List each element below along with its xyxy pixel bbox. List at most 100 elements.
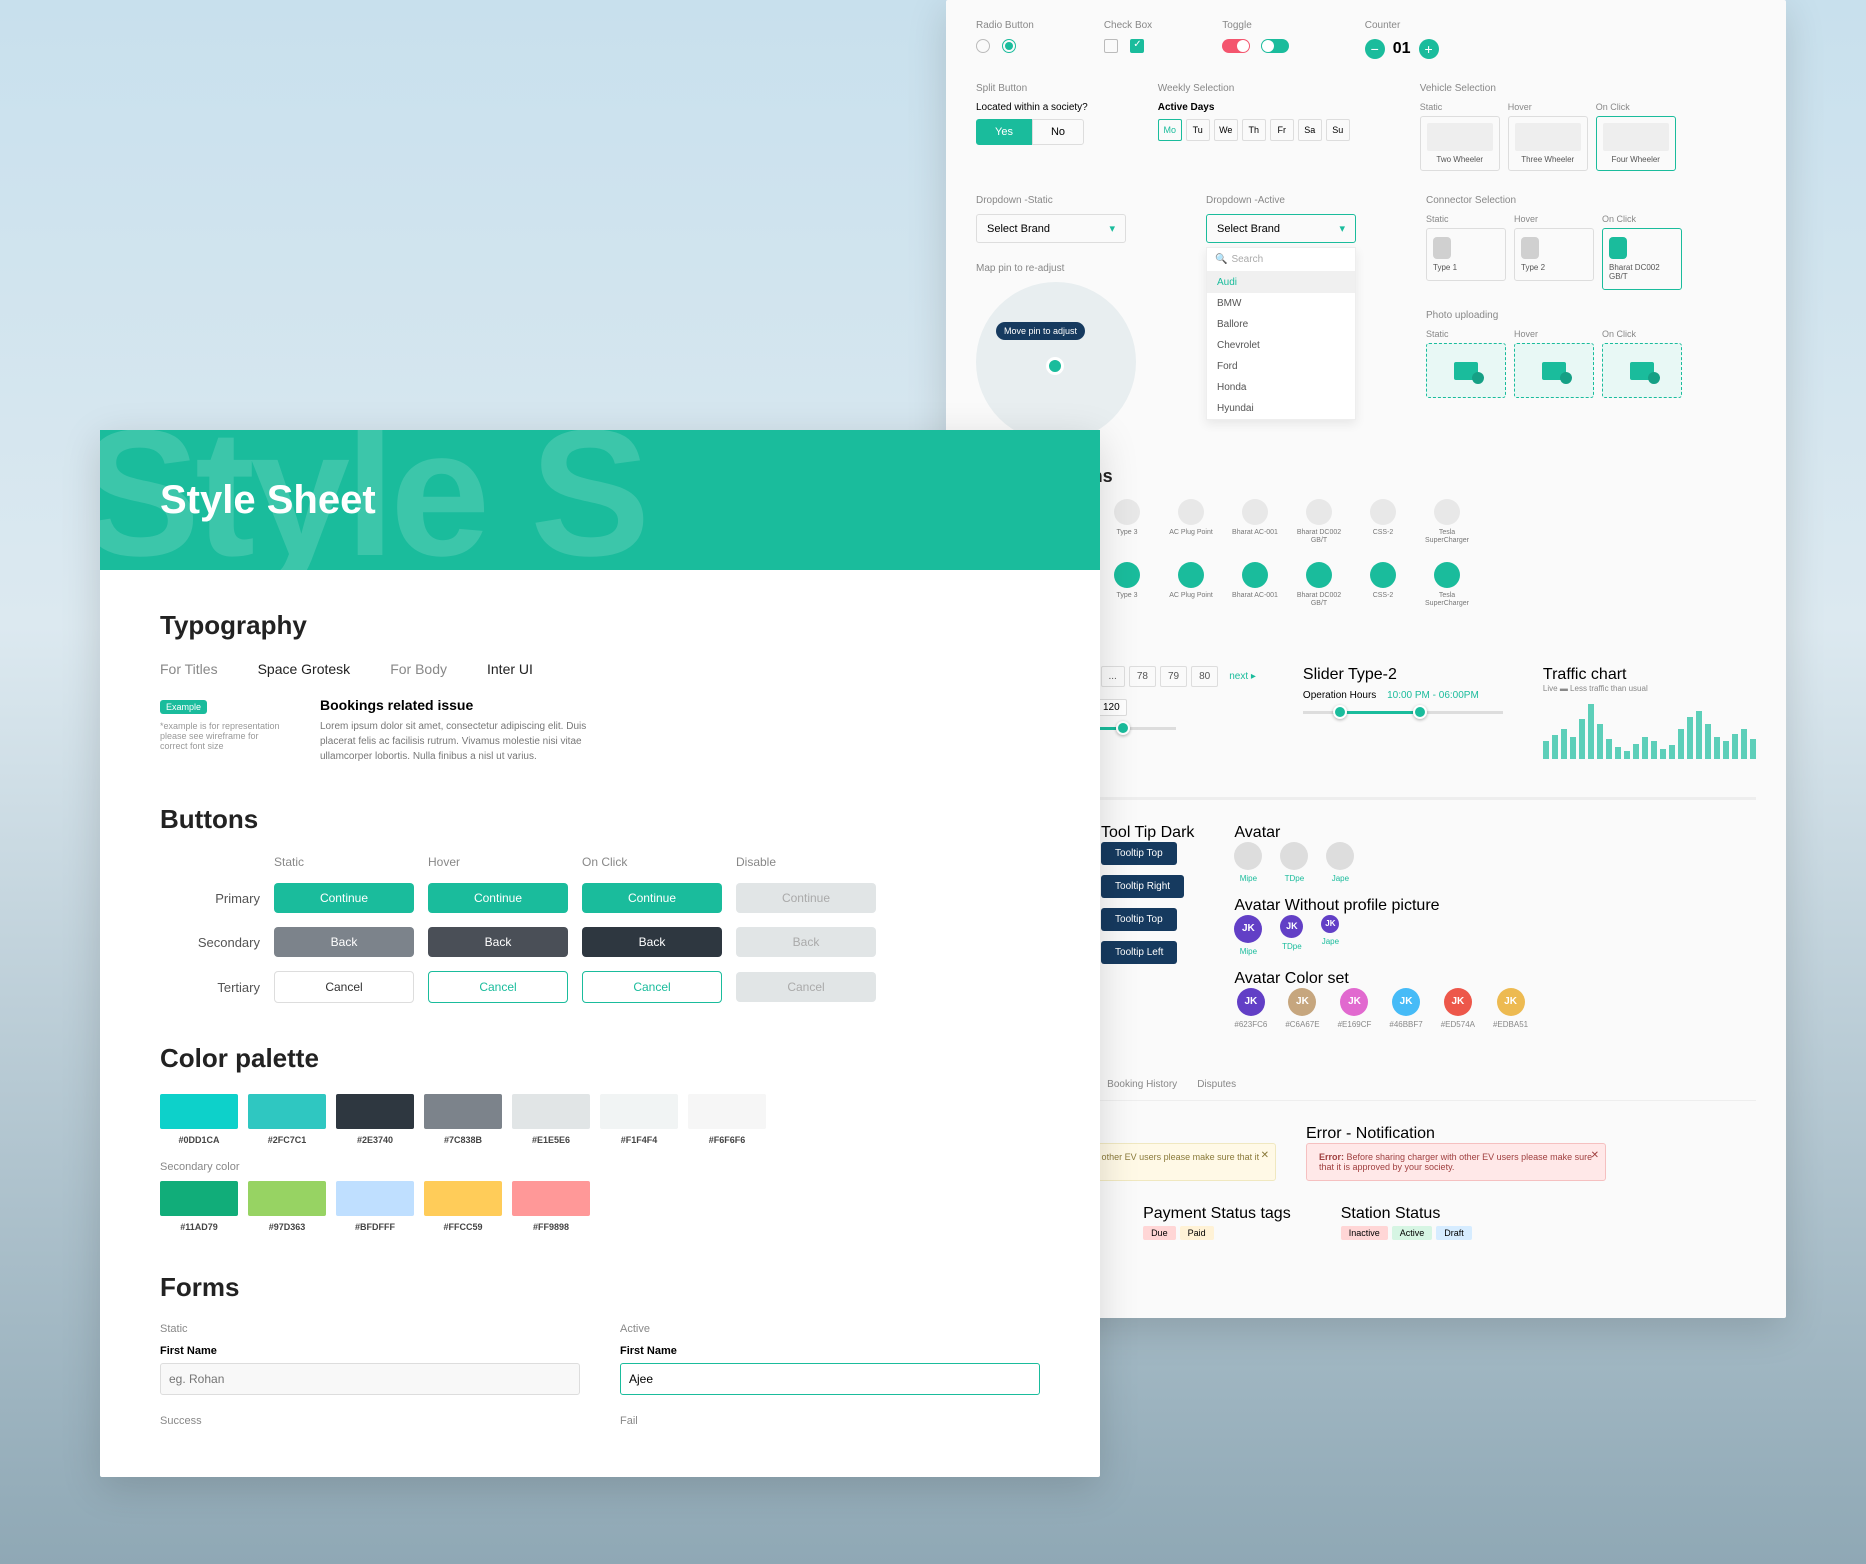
page-button[interactable]: 79	[1160, 666, 1187, 687]
palette-heading: Color palette	[160, 1043, 1040, 1074]
dropdown-item[interactable]: Chevrolet	[1207, 335, 1355, 356]
secondary-click-button[interactable]: Back	[582, 927, 722, 957]
dropdown-item[interactable]: Ballore	[1207, 314, 1355, 335]
tab[interactable]: Booking History	[1107, 1071, 1177, 1100]
day-Mo[interactable]: Mo	[1158, 119, 1182, 141]
close-icon[interactable]: ✕	[1591, 1150, 1599, 1161]
weekly-title: Weekly Selection	[1158, 83, 1350, 94]
vehicle-card[interactable]: Four Wheeler	[1596, 116, 1676, 171]
connector-card[interactable]: Type 2	[1514, 228, 1594, 281]
chart-bar	[1543, 741, 1549, 759]
radio-unchecked[interactable]	[976, 39, 990, 53]
days-row: MoTuWeThFrSaSu	[1158, 119, 1350, 141]
avatar-initials[interactable]: JKJape	[1321, 915, 1339, 956]
tertiary-hover-button[interactable]: Cancel	[428, 971, 568, 1003]
dropdown-item[interactable]: Honda	[1207, 377, 1355, 398]
avatar-initials-row: JKMipe JKTDpe JKJape	[1234, 915, 1528, 956]
upload-card[interactable]	[1514, 343, 1594, 398]
swatch: #0DD1CA	[160, 1094, 238, 1145]
secondary-static-button[interactable]: Back	[274, 927, 414, 957]
select-static[interactable]: Select Brand ▾	[976, 214, 1126, 243]
form-active-label: Active	[620, 1323, 1040, 1335]
error-notification: Error: Before sharing charger with other…	[1306, 1143, 1606, 1181]
page-button[interactable]: 78	[1129, 666, 1156, 687]
traffic-chart	[1543, 699, 1756, 759]
connector-card[interactable]: Bharat DC002 GB/T	[1602, 228, 1682, 290]
vehicle-title: Vehicle Selection	[1420, 83, 1676, 94]
dropdown-item[interactable]: Hyundai	[1207, 398, 1355, 419]
tertiary-static-button[interactable]: Cancel	[274, 971, 414, 1003]
tab[interactable]: Disputes	[1197, 1071, 1236, 1100]
status-tag: Inactive	[1341, 1226, 1388, 1240]
plug-icon-active: CSS-2	[1360, 562, 1406, 609]
row-tertiary: Tertiary	[160, 980, 260, 995]
connector-title: Connector Selection	[1426, 195, 1682, 206]
counter-plus-button[interactable]: +	[1419, 39, 1439, 59]
avatar[interactable]: Jape	[1326, 842, 1354, 883]
chevron-down-icon: ▾	[1339, 222, 1345, 235]
upload-card[interactable]	[1602, 343, 1682, 398]
dropdown-item[interactable]: Ford	[1207, 356, 1355, 377]
connector-cards: StaticType 1HoverType 2On ClickBharat DC…	[1426, 214, 1682, 290]
avatar-initials[interactable]: JKTDpe	[1280, 915, 1303, 956]
avatar[interactable]: TDpe	[1280, 842, 1308, 883]
dropdown-search[interactable]: 🔍 Search	[1207, 248, 1355, 272]
toggle-off[interactable]	[1222, 39, 1250, 53]
dropdown-item[interactable]: Audi	[1207, 272, 1355, 293]
connector-card[interactable]: Type 1	[1426, 228, 1506, 281]
avatar-color: JK#46BBF7	[1389, 988, 1422, 1029]
body-label: For Body	[390, 661, 447, 677]
page-next[interactable]: next ▸	[1222, 667, 1263, 686]
vehicle-card[interactable]: Two Wheeler	[1420, 116, 1500, 171]
checkbox-label: Check Box	[1104, 20, 1152, 31]
checkbox-checked[interactable]	[1130, 39, 1144, 53]
page-button[interactable]: 80	[1191, 666, 1218, 687]
primary-click-button[interactable]: Continue	[582, 883, 722, 913]
upload-title: Photo uploading	[1426, 310, 1682, 321]
toggle-on[interactable]	[1261, 39, 1289, 53]
avatar-initials[interactable]: JKMipe	[1234, 915, 1262, 956]
secondary-hover-button[interactable]: Back	[428, 927, 568, 957]
col-static: Static	[274, 855, 414, 869]
avatar[interactable]: Mipe	[1234, 842, 1262, 883]
day-We[interactable]: We	[1214, 119, 1238, 141]
counter-minus-button[interactable]: −	[1365, 39, 1385, 59]
select-static-val: Select Brand	[987, 223, 1050, 235]
day-Su[interactable]: Su	[1326, 119, 1350, 141]
slider2-label: Operation Hours	[1303, 690, 1376, 701]
primary-hover-button[interactable]: Continue	[428, 883, 568, 913]
firstname-input-static[interactable]	[160, 1363, 580, 1395]
firstname-input-active[interactable]	[620, 1363, 1040, 1395]
dropdown-item[interactable]: BMW	[1207, 293, 1355, 314]
chart-bar	[1552, 735, 1558, 759]
chart-bar	[1714, 737, 1720, 759]
plug-icon-active: Bharat AC-001	[1232, 562, 1278, 609]
checkbox-unchecked[interactable]	[1104, 39, 1118, 53]
day-Fr[interactable]: Fr	[1270, 119, 1294, 141]
map-preview[interactable]: Move pin to adjust	[976, 282, 1136, 442]
vehicle-card[interactable]: Three Wheeler	[1508, 116, 1588, 171]
close-icon[interactable]: ✕	[1261, 1150, 1269, 1161]
primary-static-button[interactable]: Continue	[274, 883, 414, 913]
split-yes[interactable]: Yes	[976, 119, 1032, 145]
chart-bar	[1660, 749, 1666, 759]
map-pin-icon[interactable]	[1046, 357, 1064, 375]
slider-hours[interactable]	[1303, 701, 1503, 725]
page-button[interactable]: ...	[1101, 666, 1125, 687]
swatch: #11AD79	[160, 1181, 238, 1232]
upload-card[interactable]	[1426, 343, 1506, 398]
split-no[interactable]: No	[1032, 119, 1084, 145]
day-Th[interactable]: Th	[1242, 119, 1266, 141]
swatch: #97D363	[248, 1181, 326, 1232]
main-swatches: #0DD1CA#2FC7C1#2E3740#7C838B#E1E5E6#F1F4…	[160, 1094, 1040, 1145]
chevron-down-icon: ▾	[1109, 222, 1115, 235]
day-Sa[interactable]: Sa	[1298, 119, 1322, 141]
upload-icon	[1542, 362, 1566, 380]
chart-bar	[1597, 724, 1603, 759]
day-Tu[interactable]: Tu	[1186, 119, 1210, 141]
select-active[interactable]: Select Brand ▾	[1206, 214, 1356, 243]
tertiary-click-button[interactable]: Cancel	[582, 971, 722, 1003]
swatch: #2E3740	[336, 1094, 414, 1145]
radio-checked[interactable]	[1002, 39, 1016, 53]
map-tooltip: Move pin to adjust	[996, 322, 1085, 340]
